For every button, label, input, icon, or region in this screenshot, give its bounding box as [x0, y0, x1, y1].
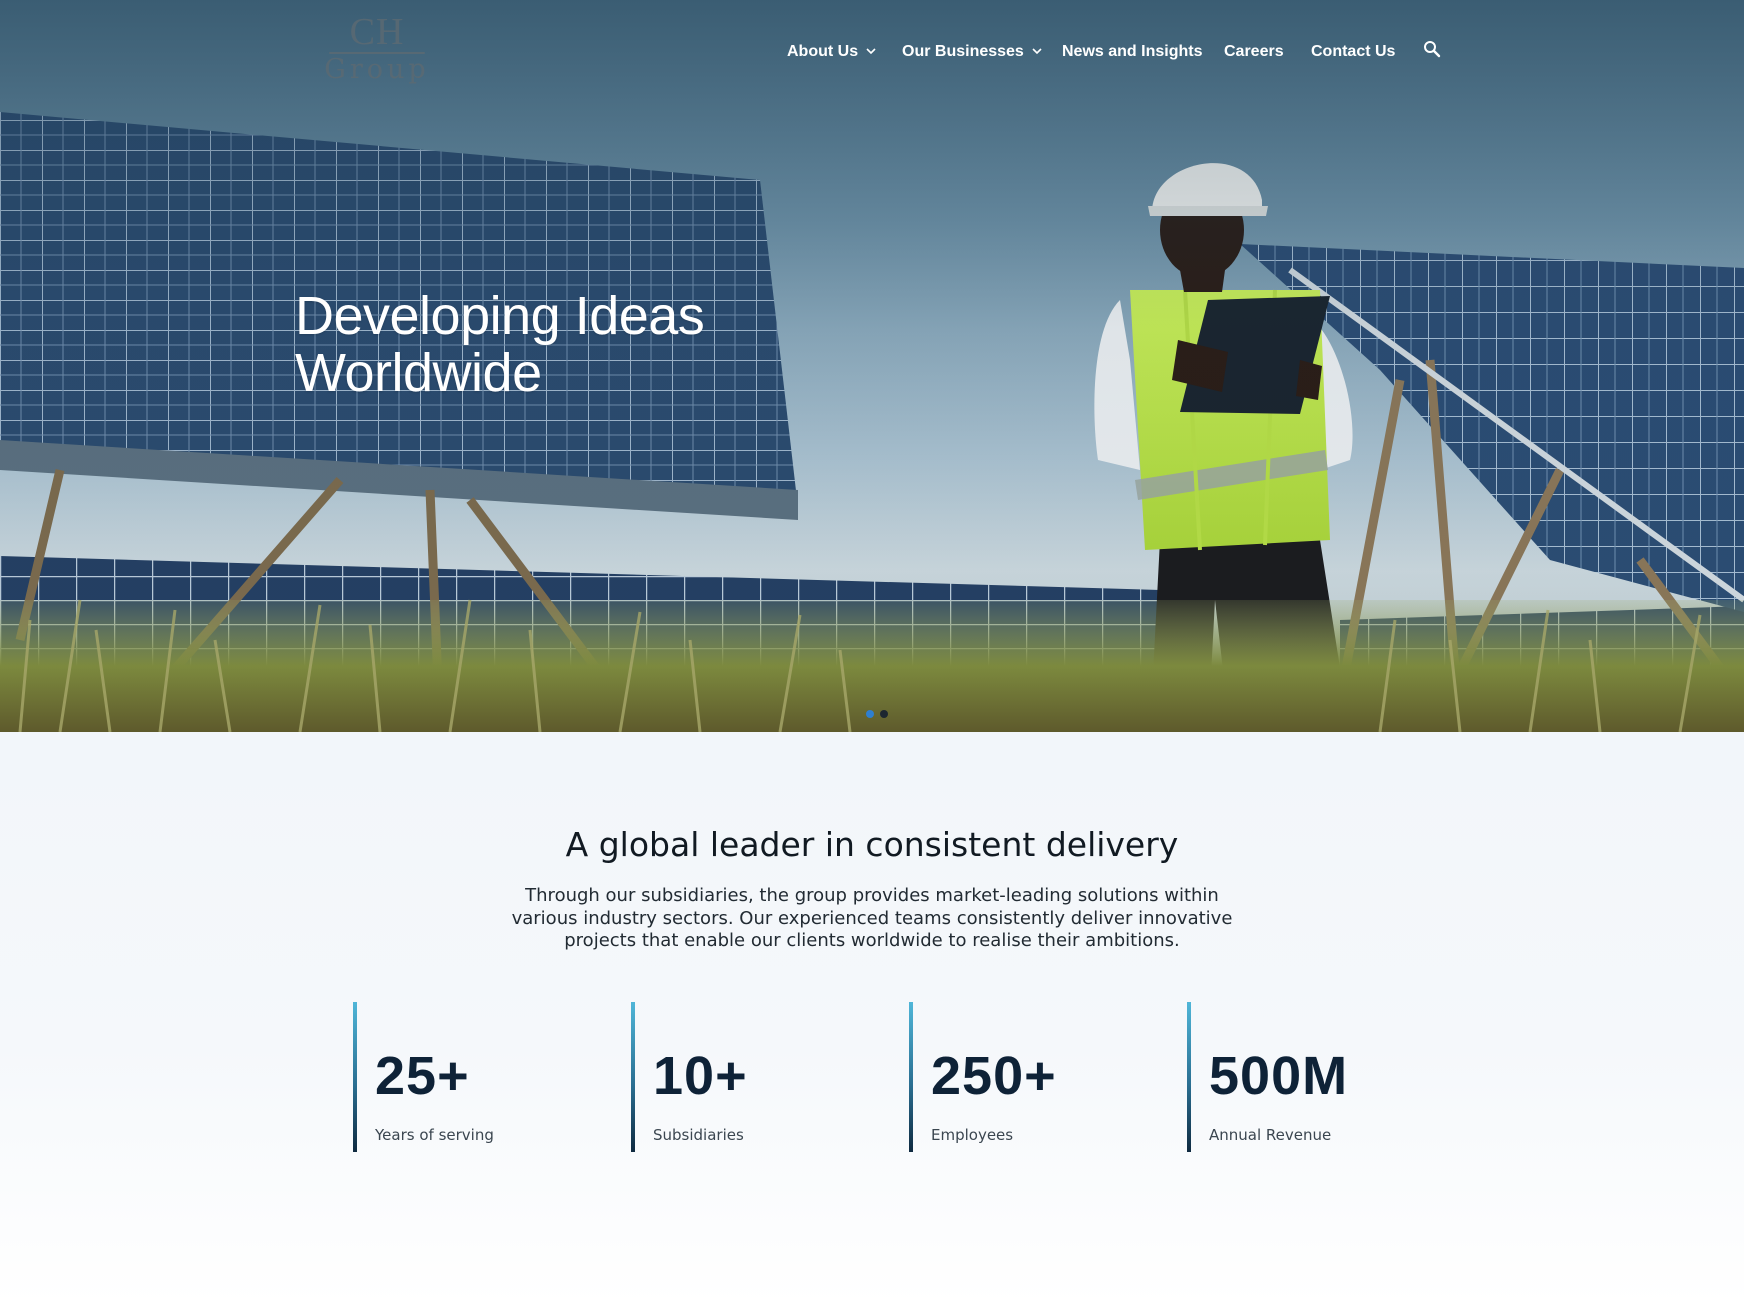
hero-title-line-2: Worldwide	[295, 343, 542, 403]
stat-accent-bar	[909, 1002, 913, 1152]
intro-heading: A global leader in consistent delivery	[565, 825, 1179, 864]
nav-item-label: About Us	[787, 43, 859, 60]
stat-label: Subsidiaries	[653, 1126, 744, 1144]
page: CH Group About Us Our Businesses News an…	[0, 0, 1744, 1305]
nav-item-label: Careers	[1224, 43, 1284, 60]
stat-annual-revenue: 500M Annual Revenue	[1187, 1002, 1437, 1152]
hero-title-line-1: Developing Ideas	[295, 286, 705, 346]
nav-item-about-us[interactable]: About Us	[787, 40, 876, 64]
nav-item-news-and-insights[interactable]: News and Insights	[1062, 40, 1202, 64]
stat-subsidiaries: 10+ Subsidiaries	[631, 1002, 881, 1152]
stat-value: 500M	[1209, 1046, 1349, 1106]
stat-value: 250+	[931, 1046, 1057, 1106]
nav-item-label: News and Insights	[1062, 43, 1203, 60]
stat-label: Years of serving	[375, 1126, 494, 1144]
stat-employees: 250+ Employees	[909, 1002, 1159, 1152]
stat-value: 25+	[375, 1046, 470, 1106]
intro-section: A global leader in consistent delivery T…	[0, 732, 1744, 1305]
stat-accent-bar	[1187, 1002, 1191, 1152]
brand-logo[interactable]: CH Group	[318, 12, 436, 92]
slider-dot-1[interactable]	[866, 710, 874, 718]
chevron-down-icon	[1032, 48, 1042, 55]
hero-banner: CH Group About Us Our Businesses News an…	[0, 0, 1744, 732]
intro-body: Through our subsidiaries, the group prov…	[500, 885, 1244, 953]
search-button[interactable]	[1423, 40, 1445, 62]
hero-title: Developing Ideas Worldwide	[295, 288, 815, 402]
chevron-down-icon	[866, 48, 876, 55]
search-icon	[1424, 41, 1441, 58]
hero-photo	[0, 112, 1744, 732]
logo-word: Group	[324, 54, 430, 85]
nav-item-label: Our Businesses	[902, 43, 1024, 60]
nav-item-careers[interactable]: Careers	[1224, 40, 1284, 64]
stat-value: 10+	[653, 1046, 748, 1106]
stat-label: Employees	[931, 1126, 1014, 1144]
stat-label: Annual Revenue	[1209, 1126, 1332, 1144]
nav-item-contact-us[interactable]: Contact Us	[1311, 40, 1395, 64]
intro-body-line-2: various industry sectors. Our experience…	[511, 907, 1233, 929]
nav-item-label: Contact Us	[1311, 43, 1396, 60]
stat-accent-bar	[631, 1002, 635, 1152]
logo-mark: CH	[349, 11, 405, 53]
stat-years: 25+ Years of serving	[353, 1002, 603, 1152]
slider-dot-2[interactable]	[880, 710, 888, 718]
intro-body-line-3: projects that enable our clients worldwi…	[564, 930, 1180, 951]
nav-item-our-businesses[interactable]: Our Businesses	[902, 40, 1042, 64]
stat-accent-bar	[353, 1002, 357, 1152]
intro-body-line-1: Through our subsidiaries, the group prov…	[525, 885, 1219, 906]
